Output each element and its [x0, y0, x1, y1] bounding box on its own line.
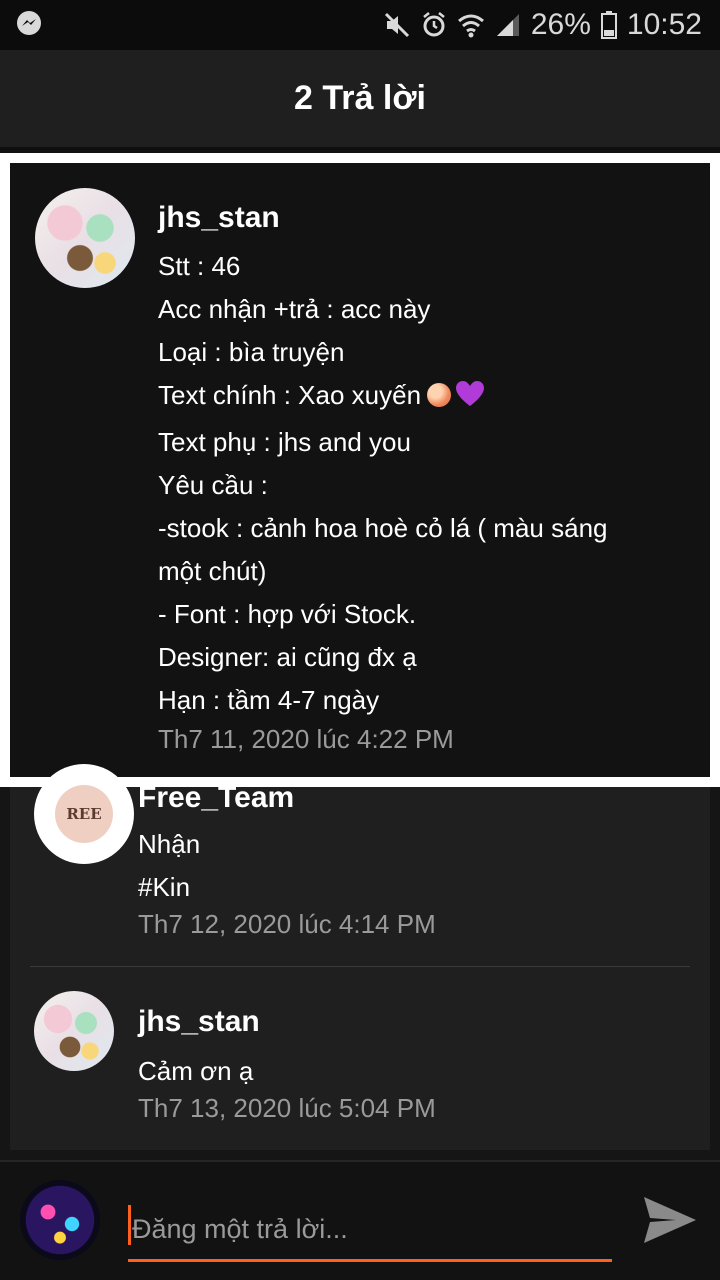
- reply-timestamp: Th7 13, 2020 lúc 5:04 PM: [138, 1093, 436, 1123]
- post-line: - Font : hợp với Stock.: [158, 599, 417, 629]
- reply-line: Cảm ơn ạ: [138, 1056, 254, 1086]
- alarm-icon: [421, 11, 447, 39]
- original-post-card: jhs_stan Stt : 46 Acc nhận +trả : acc nà…: [10, 163, 710, 777]
- current-user-avatar: [20, 1180, 100, 1260]
- replies-list[interactable]: jhs_stan Stt : 46 Acc nhận +trả : acc nà…: [0, 153, 720, 1160]
- wifi-icon: [457, 12, 485, 38]
- compose-bar: [0, 1160, 720, 1280]
- signal-icon: [495, 12, 521, 38]
- post-timestamp: Th7 11, 2020 lúc 4:22 PM: [158, 724, 454, 754]
- original-post: jhs_stan Stt : 46 Acc nhận +trả : acc nà…: [0, 153, 720, 787]
- mute-icon: [383, 11, 411, 39]
- post-line: Stt : 46: [158, 251, 241, 281]
- post-line-with-emoji: Text chính : Xao xuyến: [158, 374, 698, 421]
- post-line: -stook : cảnh hoa hoè cỏ lá ( màu sáng: [158, 513, 608, 543]
- text-cursor: [128, 1205, 131, 1245]
- send-icon: [642, 1195, 698, 1250]
- messenger-icon: [16, 10, 42, 41]
- post-line: một chút): [158, 556, 267, 586]
- battery-percent: 26%: [530, 8, 591, 41]
- send-button[interactable]: [640, 1192, 700, 1252]
- reply-item: jhs_stan Cảm ơn ạ Th7 13, 2020 lúc 5:04 …: [10, 967, 710, 1150]
- post-line: Loại : bìa truyện: [158, 337, 345, 367]
- purple-heart-emoji: [455, 378, 485, 421]
- reply-line: Nhận: [138, 829, 201, 859]
- clock: 10:52: [626, 8, 702, 41]
- reply-line: #Kin: [138, 872, 191, 902]
- reply-username[interactable]: jhs_stan: [138, 1005, 260, 1039]
- post-line: Acc nhận +trả : acc này: [158, 294, 431, 324]
- avatar[interactable]: [35, 188, 135, 288]
- post-line: Yêu cầu :: [158, 470, 268, 500]
- battery-icon: [600, 11, 617, 39]
- avatar[interactable]: [34, 991, 114, 1071]
- post-line: Text phụ : jhs and you: [158, 427, 411, 457]
- avatar[interactable]: REE: [34, 764, 134, 864]
- title-bar: 2 Trả lời: [0, 50, 720, 150]
- post-line: Text chính : Xao xuyến: [158, 380, 422, 410]
- post-line: Designer: ai cũng đx ạ: [158, 642, 417, 672]
- reply-input[interactable]: [128, 1200, 612, 1262]
- reply-timestamp: Th7 12, 2020 lúc 4:14 PM: [138, 909, 436, 939]
- reply-item: REE Free_Team Nhận #Kin Th7 12, 2020 lúc…: [10, 764, 710, 967]
- reply-username[interactable]: Free_Team: [138, 781, 294, 815]
- avatar-logo-text: REE: [55, 785, 113, 843]
- peach-emoji: [427, 383, 452, 407]
- page-title: 2 Trả lời: [294, 79, 426, 117]
- post-line: Hạn : tầm 4-7 ngày: [158, 685, 380, 715]
- post-username[interactable]: jhs_stan: [158, 201, 280, 235]
- status-bar: 26% 10:52: [0, 0, 720, 50]
